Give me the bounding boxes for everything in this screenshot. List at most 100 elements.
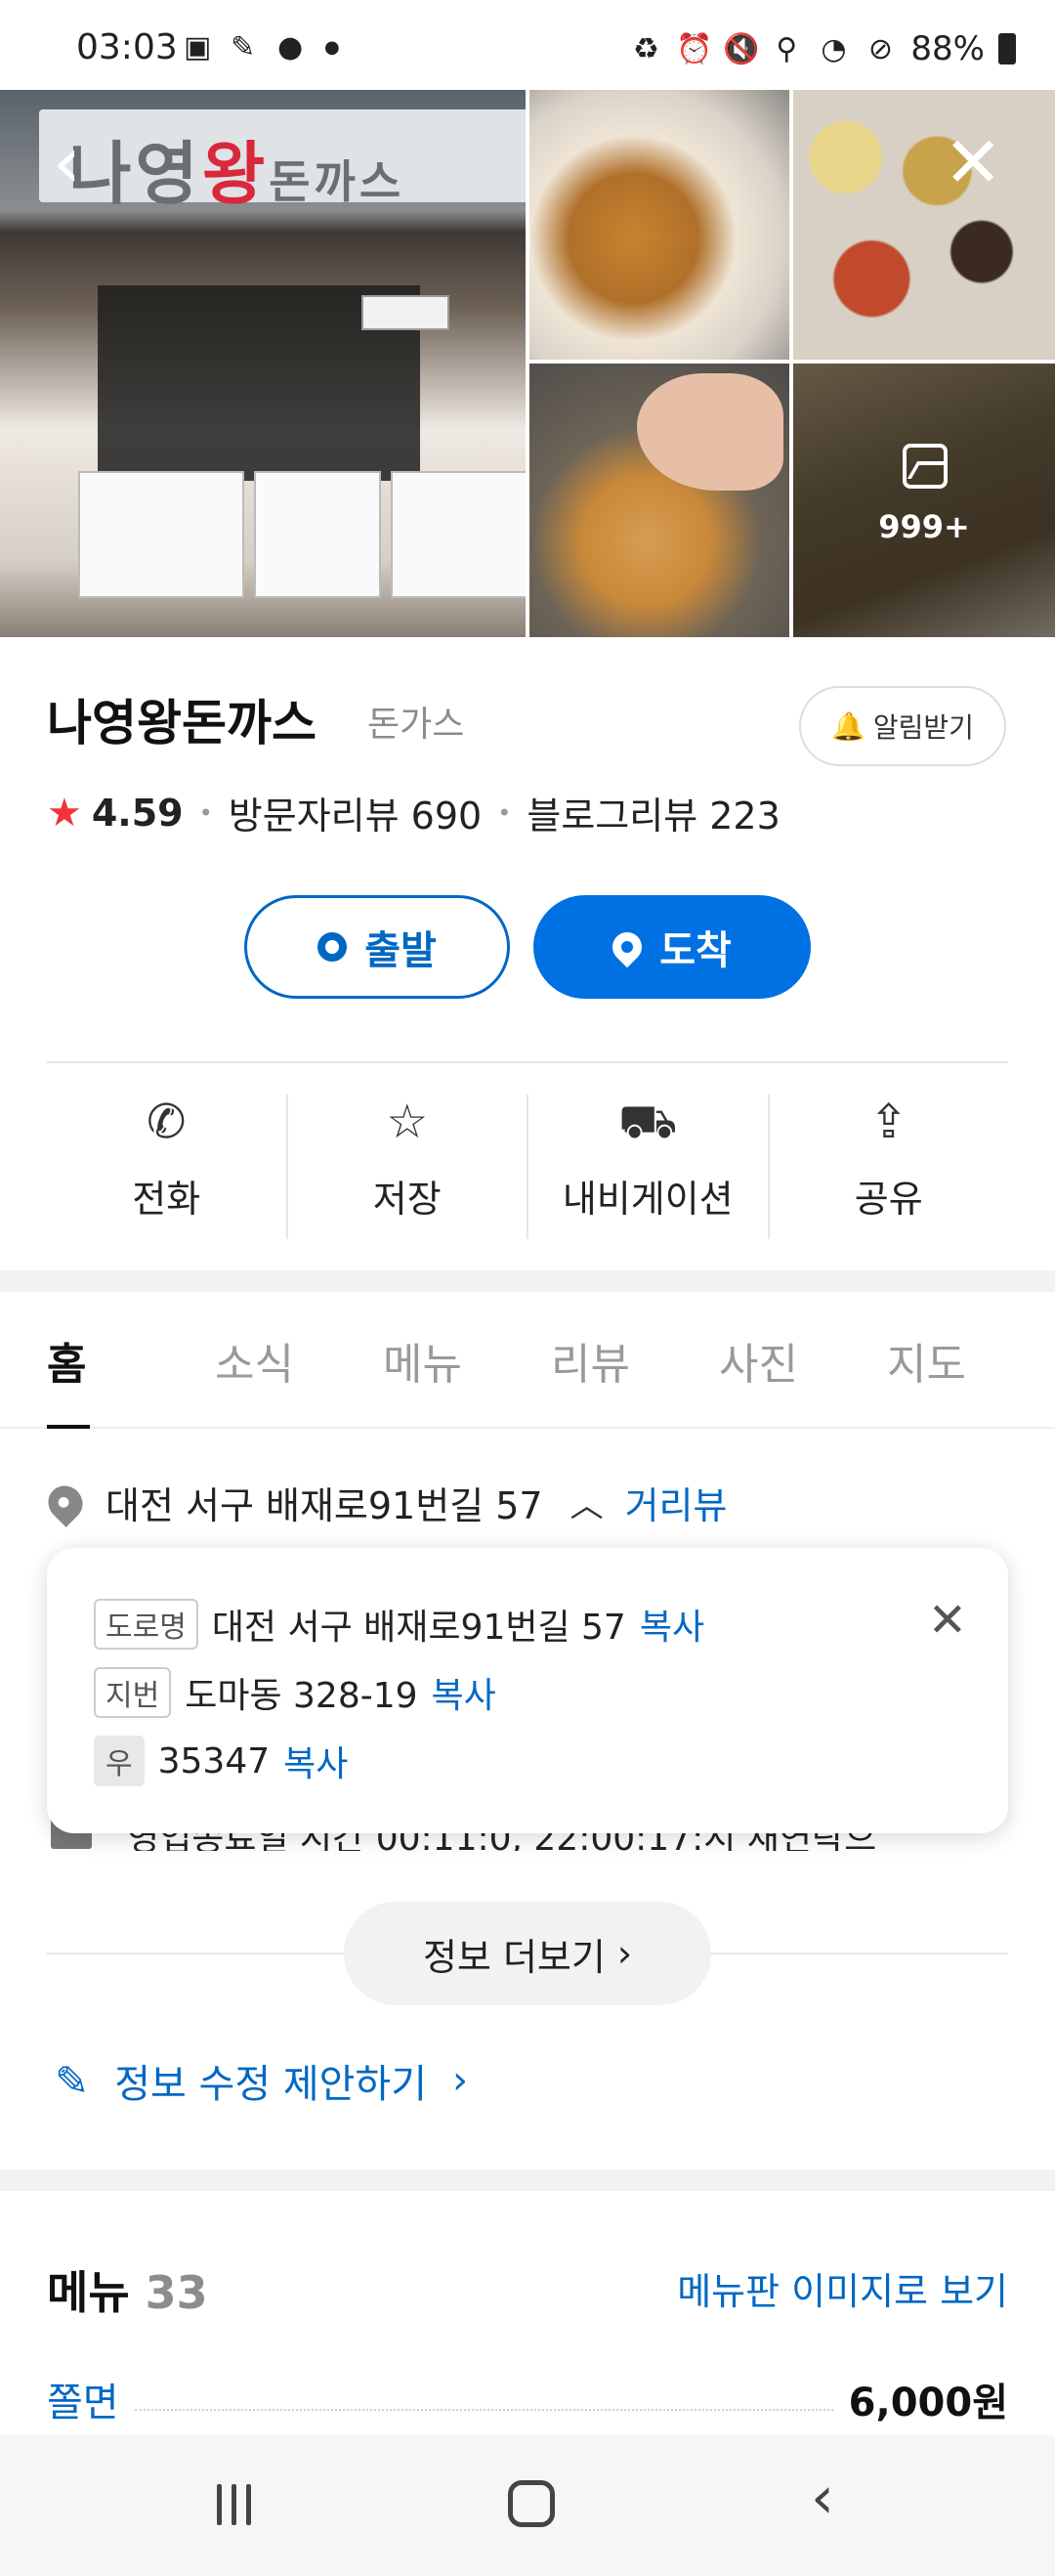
call-label: 전화: [132, 1178, 201, 1221]
battery-text: 88%: [910, 29, 985, 68]
zip-line: 우 35347 복사: [94, 1736, 348, 1786]
buffet-photo[interactable]: 999+: [793, 364, 1055, 637]
lot-address-line: 지번 도마동 328-19 복사: [94, 1667, 496, 1718]
recents-button[interactable]: [217, 2484, 251, 2525]
side-dishes-photo[interactable]: [793, 90, 1055, 360]
save-label: 저장: [372, 1178, 442, 1221]
tab-news[interactable]: 소식: [215, 1292, 383, 1429]
photo-count: 999+: [878, 508, 970, 545]
rating-star-icon: ★: [47, 790, 82, 836]
chat-icon: ●: [277, 30, 304, 64]
menu-item-name: 쫄면: [47, 2381, 119, 2426]
address-popup: 도로명 대전 서구 배재로91번길 57 복사 지번 도마동 328-19 복사…: [47, 1548, 1008, 1833]
copy-zip-button[interactable]: 복사: [283, 1736, 348, 1786]
address-row[interactable]: 대전 서구 배재로91번길 57 ︿ 거리뷰: [41, 1476, 728, 1529]
back-icon[interactable]: ‹: [53, 123, 111, 201]
save-action[interactable]: ☆ 저장: [288, 1095, 528, 1239]
pen-icon: ✎: [231, 30, 256, 64]
navigation-label: 내비게이션: [562, 1178, 734, 1221]
star-icon: ☆: [386, 1095, 429, 1149]
visitor-reviews-link[interactable]: 방문자리뷰 690: [229, 786, 482, 839]
home-button[interactable]: [508, 2480, 555, 2527]
phone-icon: ✆: [147, 1095, 187, 1149]
lot-address-tag: 지번: [94, 1667, 172, 1718]
copy-road-button[interactable]: 복사: [640, 1599, 704, 1650]
image-icon: [903, 444, 948, 489]
tab-menu[interactable]: 메뉴: [383, 1292, 551, 1429]
window-menu-board: [254, 471, 381, 598]
action-bar: ✆ 전화 ☆ 저장 ⛟ 내비게이션 ⇪ 공유: [47, 1095, 1008, 1239]
depart-ring-icon: [317, 932, 348, 962]
gallery-icon: ▣: [184, 30, 212, 64]
wifi-icon: ◔: [821, 31, 847, 66]
tab-map[interactable]: 지도: [887, 1292, 1055, 1429]
no-disturb-icon: ⊘: [867, 31, 893, 66]
system-icons: ♻ ⏰ 🔇 ⚲ ◔ ⊘ 88%: [629, 29, 1016, 68]
chevron-right-icon: ›: [452, 2058, 469, 2103]
pencil-icon: ✎: [55, 2056, 90, 2105]
tab-bar: 홈 소식 메뉴 리뷰 사진 지도: [0, 1292, 1055, 1429]
alarm-button[interactable]: 🔔 알림받기: [799, 686, 1006, 766]
separator-dot: •: [497, 798, 512, 827]
status-bar: 03:03 ▣ ✎ ● ● ♻ ⏰ 🔇 ⚲ ◔ ⊘ 88%: [0, 0, 1055, 90]
pin-icon: [606, 925, 649, 968]
road-address: 대전 서구 배재로91번길 57: [211, 1608, 626, 1648]
place-name: 나영왕돈까스: [47, 695, 316, 751]
lot-address: 도마동 328-19: [185, 1676, 418, 1716]
zip-tag: 우: [94, 1736, 145, 1786]
navigation-icon: ⛟: [618, 1095, 678, 1149]
cutlet-hand-photo[interactable]: [529, 364, 789, 637]
menu-title: 메뉴: [47, 2266, 130, 2319]
menu-count: 33: [145, 2266, 208, 2319]
separator-dot: •: [198, 798, 213, 827]
menu-board-link[interactable]: 메뉴판 이미지로 보기: [677, 2261, 1008, 2315]
system-nav-bar: ‹: [0, 2435, 1055, 2576]
arrive-button[interactable]: 도착: [533, 895, 811, 999]
location-pin-icon: [41, 1478, 90, 1527]
menu-item[interactable]: 쫄면 6,000원: [47, 2371, 1008, 2427]
air-conditioner: [361, 295, 449, 330]
back-button[interactable]: ‹: [811, 2469, 834, 2527]
copy-lot-button[interactable]: 복사: [432, 1667, 496, 1718]
rating-value: 4.59: [91, 791, 184, 835]
divider: [47, 1061, 1008, 1063]
rating-row: ★ 4.59 • 방문자리뷰 690 • 블로그리뷰 223: [47, 786, 781, 839]
depart-button[interactable]: 출발: [244, 895, 510, 999]
menu-section-title: 메뉴 33: [47, 2257, 208, 2322]
depart-label: 출발: [364, 928, 437, 973]
alarm-icon: ⏰: [676, 31, 713, 66]
share-icon: ⇪: [868, 1095, 908, 1149]
suggest-edit-link[interactable]: ✎ 정보 수정 제안하기 ›: [55, 2052, 468, 2109]
more-info-button[interactable]: 정보 더보기 ›: [344, 1902, 711, 2005]
road-address-tag: 도로명: [94, 1599, 198, 1650]
share-action[interactable]: ⇪ 공유: [770, 1095, 1009, 1239]
mute-icon: 🔇: [723, 31, 760, 66]
chevron-up-icon[interactable]: ︿: [570, 1479, 604, 1526]
location-icon: ⚲: [776, 31, 798, 66]
call-action[interactable]: ✆ 전화: [47, 1095, 288, 1239]
zip-code: 35347: [157, 1740, 271, 1782]
notification-icons: ▣ ✎ ● ●: [184, 33, 358, 63]
tab-photos[interactable]: 사진: [719, 1292, 887, 1429]
cutlet-photo[interactable]: [529, 90, 789, 360]
share-label: 공유: [854, 1178, 923, 1221]
blog-reviews-link[interactable]: 블로그리뷰 223: [527, 786, 780, 839]
tab-home[interactable]: 홈: [47, 1292, 215, 1429]
chevron-right-icon: ›: [616, 1932, 633, 1975]
bell-icon: 🔔: [831, 709, 865, 743]
section-divider: [0, 1270, 1055, 1292]
place-category: 돈가스: [367, 705, 465, 745]
close-icon[interactable]: ✕: [944, 123, 1012, 201]
window-menu-board: [391, 471, 526, 598]
hand-shape: [637, 373, 783, 491]
status-time: 03:03: [76, 27, 178, 67]
road-address-line: 도로명 대전 서구 배재로91번길 57 복사: [94, 1599, 704, 1650]
close-icon[interactable]: ✕: [928, 1597, 967, 1644]
address-text: 대전 서구 배재로91번길 57: [106, 1484, 543, 1527]
tab-reviews[interactable]: 리뷰: [551, 1292, 719, 1429]
street-view-link[interactable]: 거리뷰: [625, 1476, 728, 1529]
navigation-action[interactable]: ⛟ 내비게이션: [528, 1095, 770, 1239]
dotted-leader: [134, 2387, 833, 2411]
more-info-label: 정보 더보기: [422, 1935, 606, 1979]
suggest-edit-label: 정보 수정 제안하기: [114, 2062, 428, 2107]
